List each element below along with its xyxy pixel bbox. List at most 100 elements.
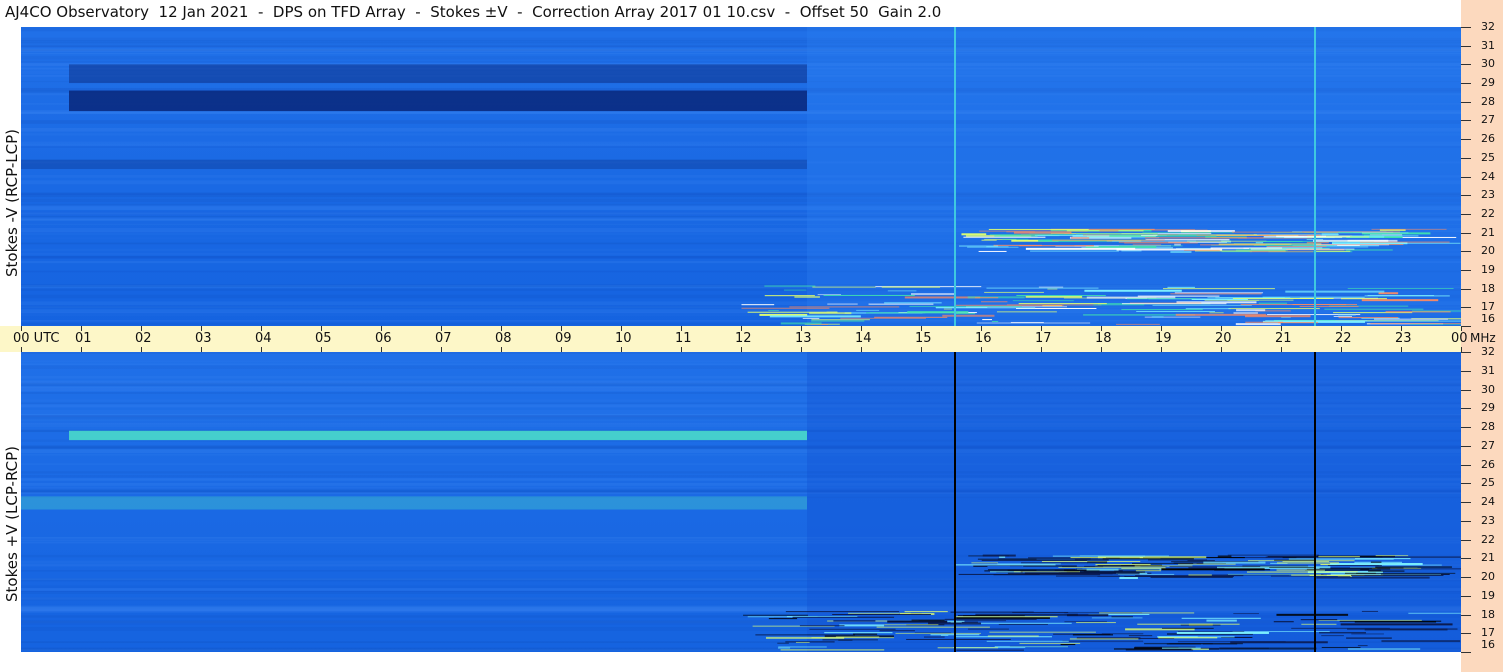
burst-line bbox=[1112, 240, 1197, 242]
frequency-tick bbox=[1461, 251, 1471, 253]
burst-line bbox=[1019, 642, 1081, 644]
dark-band bbox=[21, 159, 807, 170]
time-tick-label: 11 bbox=[675, 331, 692, 346]
burst-line bbox=[1306, 242, 1329, 244]
time-tick-label: 06 bbox=[375, 331, 392, 346]
vertical-marker-line bbox=[954, 352, 956, 652]
burst-line bbox=[977, 558, 1037, 560]
burst-line bbox=[1141, 234, 1158, 236]
burst-line bbox=[789, 306, 900, 308]
burst-line bbox=[827, 303, 858, 305]
burst-line bbox=[1018, 303, 1107, 305]
burst-line bbox=[950, 611, 1034, 613]
burst-line bbox=[1161, 647, 1201, 649]
burst-line bbox=[950, 621, 962, 623]
burst-line bbox=[1144, 643, 1243, 645]
burst-line bbox=[1021, 562, 1088, 564]
frequency-tick bbox=[1461, 483, 1471, 485]
burst-line bbox=[768, 310, 779, 312]
burst-line bbox=[937, 647, 999, 649]
burst-line bbox=[1070, 557, 1106, 559]
burst-line bbox=[963, 236, 1046, 238]
frequency-tick bbox=[1461, 652, 1471, 653]
burst-line bbox=[1230, 641, 1328, 644]
burst-line bbox=[866, 312, 959, 314]
burst-line bbox=[963, 615, 1025, 617]
burst-line bbox=[1338, 317, 1399, 319]
burst-line bbox=[986, 287, 1099, 289]
burst-line bbox=[773, 617, 791, 619]
burst-line bbox=[958, 245, 999, 247]
burst-line bbox=[1158, 637, 1218, 639]
burst-line bbox=[1126, 298, 1197, 300]
time-tick-label: 15 bbox=[915, 331, 932, 346]
burst-line bbox=[988, 228, 1089, 230]
frequency-tick-label: 19 bbox=[1481, 588, 1495, 602]
burst-line bbox=[1250, 248, 1355, 250]
burst-line bbox=[1062, 640, 1144, 642]
burst-line bbox=[1013, 571, 1080, 573]
burst-line bbox=[833, 620, 876, 622]
burst-line bbox=[1357, 320, 1461, 322]
burst-line bbox=[1246, 571, 1330, 573]
burst-line bbox=[1012, 300, 1074, 302]
burst-line bbox=[923, 636, 945, 638]
time-tick-label: 08 bbox=[495, 331, 512, 346]
frequency-tick bbox=[1461, 408, 1471, 410]
burst-line bbox=[1346, 637, 1392, 639]
burst-line bbox=[1019, 245, 1094, 247]
burst-line bbox=[799, 625, 845, 627]
burst-line bbox=[1265, 320, 1368, 322]
frequency-tick-label: 29 bbox=[1481, 401, 1495, 415]
burst-line bbox=[1381, 640, 1461, 643]
burst-line bbox=[1186, 240, 1267, 242]
burst-line bbox=[1047, 288, 1058, 290]
burst-line bbox=[1233, 613, 1259, 615]
burst-line bbox=[909, 305, 1022, 307]
burst-line bbox=[811, 320, 865, 322]
burst-line bbox=[1060, 572, 1140, 575]
burst-line bbox=[876, 626, 990, 628]
burst-line bbox=[1084, 289, 1182, 292]
burst-line bbox=[1091, 617, 1143, 619]
burst-line bbox=[1316, 576, 1430, 579]
frequency-tick-label: 22 bbox=[1481, 206, 1495, 220]
frequency-tick-label: 27 bbox=[1481, 113, 1495, 127]
burst-line bbox=[996, 311, 1057, 313]
burst-line bbox=[1151, 316, 1164, 318]
spectrogram-bottom bbox=[21, 352, 1461, 652]
burst-line bbox=[998, 623, 1048, 625]
y-axis-label-top: Stokes -V (RCP-LCP) bbox=[3, 128, 21, 277]
time-tick-label: 19 bbox=[1155, 331, 1172, 346]
burst-line bbox=[1364, 628, 1448, 631]
time-tick-label: 00 bbox=[1451, 331, 1468, 346]
burst-line bbox=[1069, 638, 1139, 640]
frequency-tick bbox=[1461, 370, 1471, 372]
burst-line bbox=[1299, 306, 1359, 308]
frequency-tick bbox=[1461, 445, 1471, 447]
frequency-tick bbox=[1461, 288, 1471, 290]
burst-line bbox=[1231, 231, 1339, 233]
burst-line bbox=[1152, 304, 1252, 306]
bright-band bbox=[69, 430, 807, 441]
burst-line bbox=[1351, 574, 1444, 576]
frequency-tick-label: 31 bbox=[1481, 38, 1495, 52]
burst-line bbox=[780, 649, 885, 651]
time-tick-label: 13 bbox=[795, 331, 812, 346]
burst-line bbox=[1170, 251, 1192, 254]
time-tick-label: 23 bbox=[1395, 331, 1412, 346]
burst-line bbox=[955, 564, 1056, 566]
frequency-tick-label: 24 bbox=[1481, 495, 1495, 508]
frequency-tick bbox=[1461, 101, 1471, 103]
burst-line bbox=[1282, 561, 1330, 563]
time-tick-label: 10 bbox=[615, 331, 632, 346]
daytime-region bbox=[807, 27, 1461, 326]
burst-line bbox=[1258, 302, 1288, 304]
burst-line bbox=[1038, 286, 1064, 288]
burst-line bbox=[1121, 303, 1227, 305]
burst-line bbox=[1118, 241, 1190, 243]
burst-line bbox=[904, 611, 948, 613]
frequency-tick bbox=[1461, 83, 1471, 85]
frequency-tick-label: 16 bbox=[1481, 312, 1495, 325]
burst-line bbox=[811, 319, 870, 321]
